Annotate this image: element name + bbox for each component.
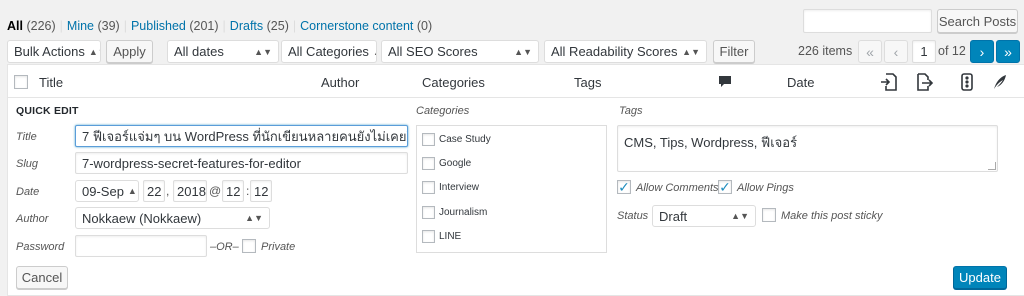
password-label: Password — [16, 241, 65, 253]
date-label: Date — [16, 186, 40, 198]
last-page-button[interactable]: » — [996, 40, 1020, 63]
date-month-select[interactable]: 09-Sep▲▼ — [75, 180, 139, 202]
apply-button[interactable]: Apply — [106, 40, 153, 63]
category-checkbox[interactable] — [422, 206, 435, 219]
select-arrows-icon: ▲▼ — [127, 186, 138, 196]
date-day-input[interactable]: 22 — [143, 180, 165, 202]
items-count: 226 items — [798, 44, 853, 58]
select-arrows-icon: ▲▼ — [88, 46, 100, 57]
date-at: @ — [209, 184, 222, 198]
next-page-button[interactable]: › — [970, 40, 994, 63]
select-all-cell — [14, 65, 28, 99]
categories-select[interactable]: All Categories▲▼ — [281, 40, 377, 63]
category-checkbox[interactable] — [422, 133, 435, 146]
tags-label: Tags — [619, 105, 643, 117]
author-select[interactable]: Nokkaew (Nokkaew) ▲▼ — [75, 207, 270, 229]
allow-comments-label: Allow Comments — [636, 182, 719, 194]
author-label: Author — [16, 213, 49, 225]
private-label: Private — [261, 241, 296, 253]
category-checkbox[interactable] — [422, 230, 435, 243]
date-year-input[interactable]: 2018 — [173, 180, 207, 202]
sticky-label: Make this post sticky — [781, 210, 883, 222]
outbound-links-icon[interactable] — [915, 72, 935, 92]
allow-pings-checkbox[interactable] — [718, 180, 732, 194]
first-page-button[interactable]: « — [858, 40, 882, 63]
view-drafts[interactable]: Drafts — [230, 19, 263, 33]
current-page-input[interactable]: 1 — [912, 40, 936, 63]
seo-scores-select[interactable]: All SEO Scores ▲▼ — [381, 40, 539, 63]
resize-handle-icon[interactable] — [988, 162, 996, 170]
select-arrows-icon: ▲▼ — [373, 47, 376, 57]
sticky-checkbox[interactable] — [762, 208, 776, 222]
select-arrows-icon: ▲▼ — [731, 211, 749, 221]
dates-select[interactable]: All dates ▲▼ — [167, 40, 279, 63]
categories-label: Categories — [416, 105, 470, 117]
filter-button[interactable]: Filter — [713, 40, 755, 63]
seo-traffic-light-icon[interactable] — [958, 72, 976, 92]
readability-icon[interactable] — [991, 72, 1009, 92]
view-cornerstone[interactable]: Cornerstone content — [300, 19, 413, 33]
category-item[interactable]: Journalism — [422, 206, 487, 219]
private-checkbox[interactable] — [242, 239, 256, 253]
column-tags: Tags — [574, 74, 602, 90]
select-arrows-icon: ▲▼ — [682, 46, 700, 57]
search-input[interactable] — [803, 9, 932, 33]
update-button[interactable]: Update — [953, 266, 1007, 289]
readability-scores-select[interactable]: All Readability Scores ▲▼ — [544, 40, 707, 63]
search-posts-button[interactable]: Search Posts — [937, 9, 1018, 33]
total-pages: of 12 — [938, 44, 966, 58]
category-item[interactable]: Case Study — [422, 133, 491, 146]
date-hour-input[interactable]: 12 — [222, 180, 244, 202]
date-colon: : — [246, 184, 250, 198]
status-label: Status — [617, 210, 649, 222]
quick-edit-heading: QUICK EDIT — [16, 105, 79, 117]
title-label: Title — [16, 131, 37, 143]
column-date[interactable]: Date — [787, 65, 814, 99]
view-mine[interactable]: Mine — [67, 19, 94, 33]
comment-bubble-icon[interactable] — [716, 72, 734, 92]
inbound-links-icon[interactable] — [879, 72, 899, 92]
slug-input[interactable]: 7-wordpress-secret-features-for-editor — [75, 152, 408, 174]
select-arrows-icon: ▲▼ — [245, 213, 263, 223]
column-categories: Categories — [422, 74, 485, 90]
view-published[interactable]: Published — [131, 19, 186, 33]
bulk-actions-select[interactable]: Bulk Actions▲▼ — [7, 40, 101, 63]
category-item[interactable]: Interview — [422, 181, 479, 194]
select-arrows-icon: ▲▼ — [254, 46, 272, 57]
tags-textarea[interactable]: CMS, Tips, Wordpress, ฟีเจอร์ — [617, 125, 998, 172]
view-all[interactable]: All (226) — [7, 19, 56, 33]
allow-pings-label: Allow Pings — [737, 182, 794, 194]
category-item[interactable]: LINE — [422, 230, 461, 243]
allow-comments-checkbox[interactable] — [617, 180, 631, 194]
column-author: Author — [321, 74, 360, 90]
cancel-button[interactable]: Cancel — [16, 266, 68, 289]
column-title[interactable]: Title — [39, 65, 63, 99]
posts-table-header: Title Author Categories Tags Date — [7, 64, 1024, 98]
view-filters: All (226) | Mine (39) | Published (201) | Draf… — [7, 19, 433, 33]
categories-checklist[interactable]: Case Study Google Interview Journalism L… — [416, 125, 607, 253]
or-text: –OR– — [210, 241, 239, 253]
date-minute-input[interactable]: 12 — [250, 180, 272, 202]
category-checkbox[interactable] — [422, 181, 435, 194]
prev-page-button[interactable]: ‹ — [884, 40, 908, 63]
date-comma: , — [166, 184, 170, 198]
select-arrows-icon: ▲▼ — [514, 46, 532, 57]
category-item[interactable]: Google — [422, 157, 471, 170]
status-select[interactable]: Draft ▲▼ — [652, 205, 756, 227]
select-all-checkbox[interactable] — [14, 75, 28, 89]
title-input[interactable]: 7 ฟีเจอร์แจ่มๆ บน WordPress ที่นักเขียนห… — [75, 125, 408, 147]
slug-label: Slug — [16, 158, 39, 170]
password-input[interactable] — [75, 235, 207, 257]
category-checkbox[interactable] — [422, 157, 435, 170]
